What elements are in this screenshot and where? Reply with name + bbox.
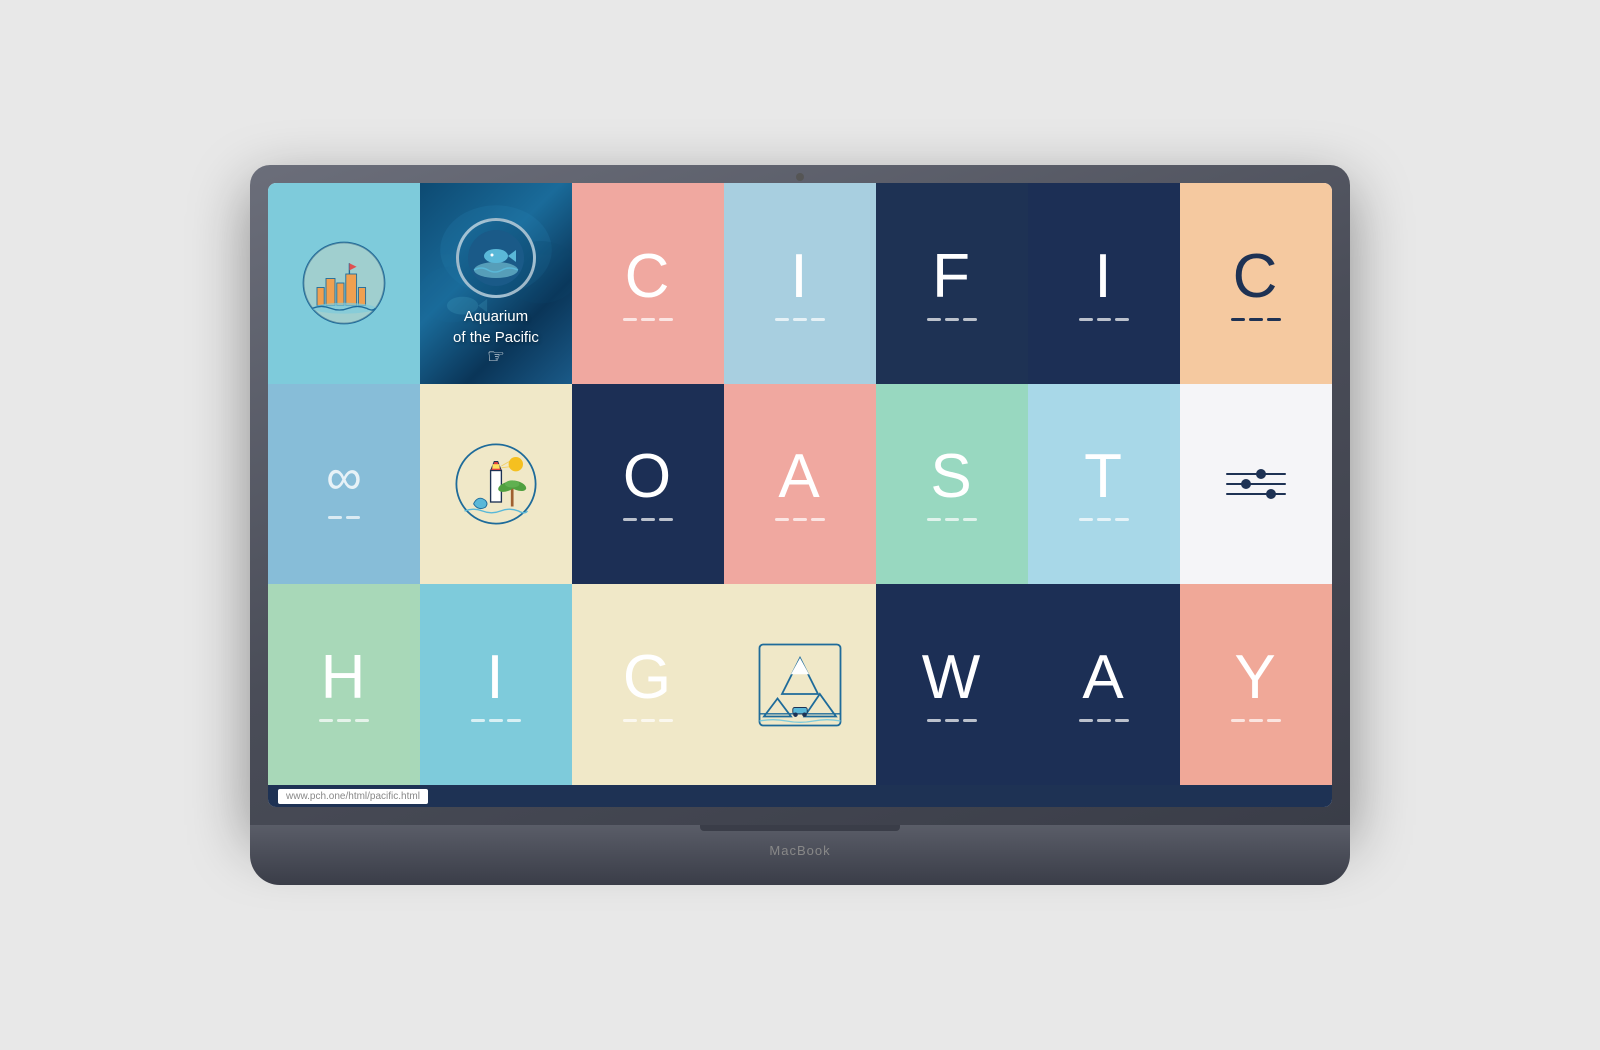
laptop-body: Aquariumof the Pacific ☞ C I F: [250, 165, 1350, 825]
cell-i2[interactable]: I: [1028, 183, 1180, 384]
dash-i2: [1079, 318, 1129, 321]
city-icon: [299, 238, 389, 328]
laptop-camera: [796, 173, 804, 181]
cell-o[interactable]: O: [572, 384, 724, 585]
dash-i3: [471, 719, 521, 722]
cell-w[interactable]: W: [876, 584, 1028, 785]
dash-w: [927, 719, 977, 722]
dash-a1: [775, 518, 825, 521]
dash-i1: [775, 318, 825, 321]
sliders-icon: [1226, 473, 1286, 495]
mountain-icon: [755, 640, 845, 730]
cell-mountain[interactable]: [724, 584, 876, 785]
cell-a1[interactable]: A: [724, 384, 876, 585]
aquarium-label: Aquariumof the Pacific: [453, 306, 539, 348]
dash-s: [927, 518, 977, 521]
laptop-hinge: [700, 825, 900, 831]
dash-c2: [1231, 318, 1281, 321]
main-grid: Aquariumof the Pacific ☞ C I F: [268, 183, 1332, 785]
letter-s: S: [930, 446, 973, 508]
letter-c2: C: [1233, 246, 1280, 308]
letter-g: G: [623, 647, 673, 709]
letter-t: T: [1084, 446, 1124, 508]
cell-y[interactable]: Y: [1180, 584, 1332, 785]
letter-f: F: [932, 246, 972, 308]
cell-lighthouse[interactable]: [420, 384, 572, 585]
letter-y: Y: [1234, 647, 1277, 709]
dash-h: [319, 719, 369, 722]
cell-h[interactable]: H: [268, 584, 420, 785]
status-bar: www.pch.one/html/pacific.html: [268, 785, 1332, 807]
cell-t[interactable]: T: [1028, 384, 1180, 585]
cell-g[interactable]: G: [572, 584, 724, 785]
letter-w: W: [922, 647, 983, 709]
cell-infinity[interactable]: ∞: [268, 384, 420, 585]
cell-s[interactable]: S: [876, 384, 1028, 585]
laptop: Aquariumof the Pacific ☞ C I F: [250, 165, 1350, 885]
cell-city-illustration[interactable]: [268, 183, 420, 384]
cell-sliders[interactable]: [1180, 384, 1332, 585]
laptop-base: [250, 825, 1350, 885]
infinity-icon: ∞: [326, 448, 362, 506]
cell-i3[interactable]: I: [420, 584, 572, 785]
letter-i2: I: [1094, 246, 1113, 308]
letter-a2: A: [1082, 647, 1125, 709]
dash-inf: [328, 516, 360, 519]
dash-g: [623, 719, 673, 722]
letter-i1: I: [790, 246, 809, 308]
letter-o: O: [623, 446, 673, 508]
cell-a2[interactable]: A: [1028, 584, 1180, 785]
cell-c1[interactable]: C: [572, 183, 724, 384]
cell-c2[interactable]: C: [1180, 183, 1332, 384]
lighthouse-icon: [451, 439, 541, 529]
cell-i1[interactable]: I: [724, 183, 876, 384]
dash-a2: [1079, 719, 1129, 722]
cell-aquarium[interactable]: Aquariumof the Pacific ☞: [420, 183, 572, 384]
letter-c1: C: [625, 246, 672, 308]
url-display: www.pch.one/html/pacific.html: [278, 789, 428, 804]
letter-h: H: [321, 647, 368, 709]
letter-a1: A: [778, 446, 821, 508]
dash-c1: [623, 318, 673, 321]
dash-f: [927, 318, 977, 321]
letter-i3: I: [486, 647, 505, 709]
cursor-pointer: ☞: [487, 344, 505, 369]
dash-t: [1079, 518, 1129, 521]
dash-o: [623, 518, 673, 521]
cell-f[interactable]: F: [876, 183, 1028, 384]
laptop-screen: Aquariumof the Pacific ☞ C I F: [268, 183, 1332, 807]
dash-y: [1231, 719, 1281, 722]
